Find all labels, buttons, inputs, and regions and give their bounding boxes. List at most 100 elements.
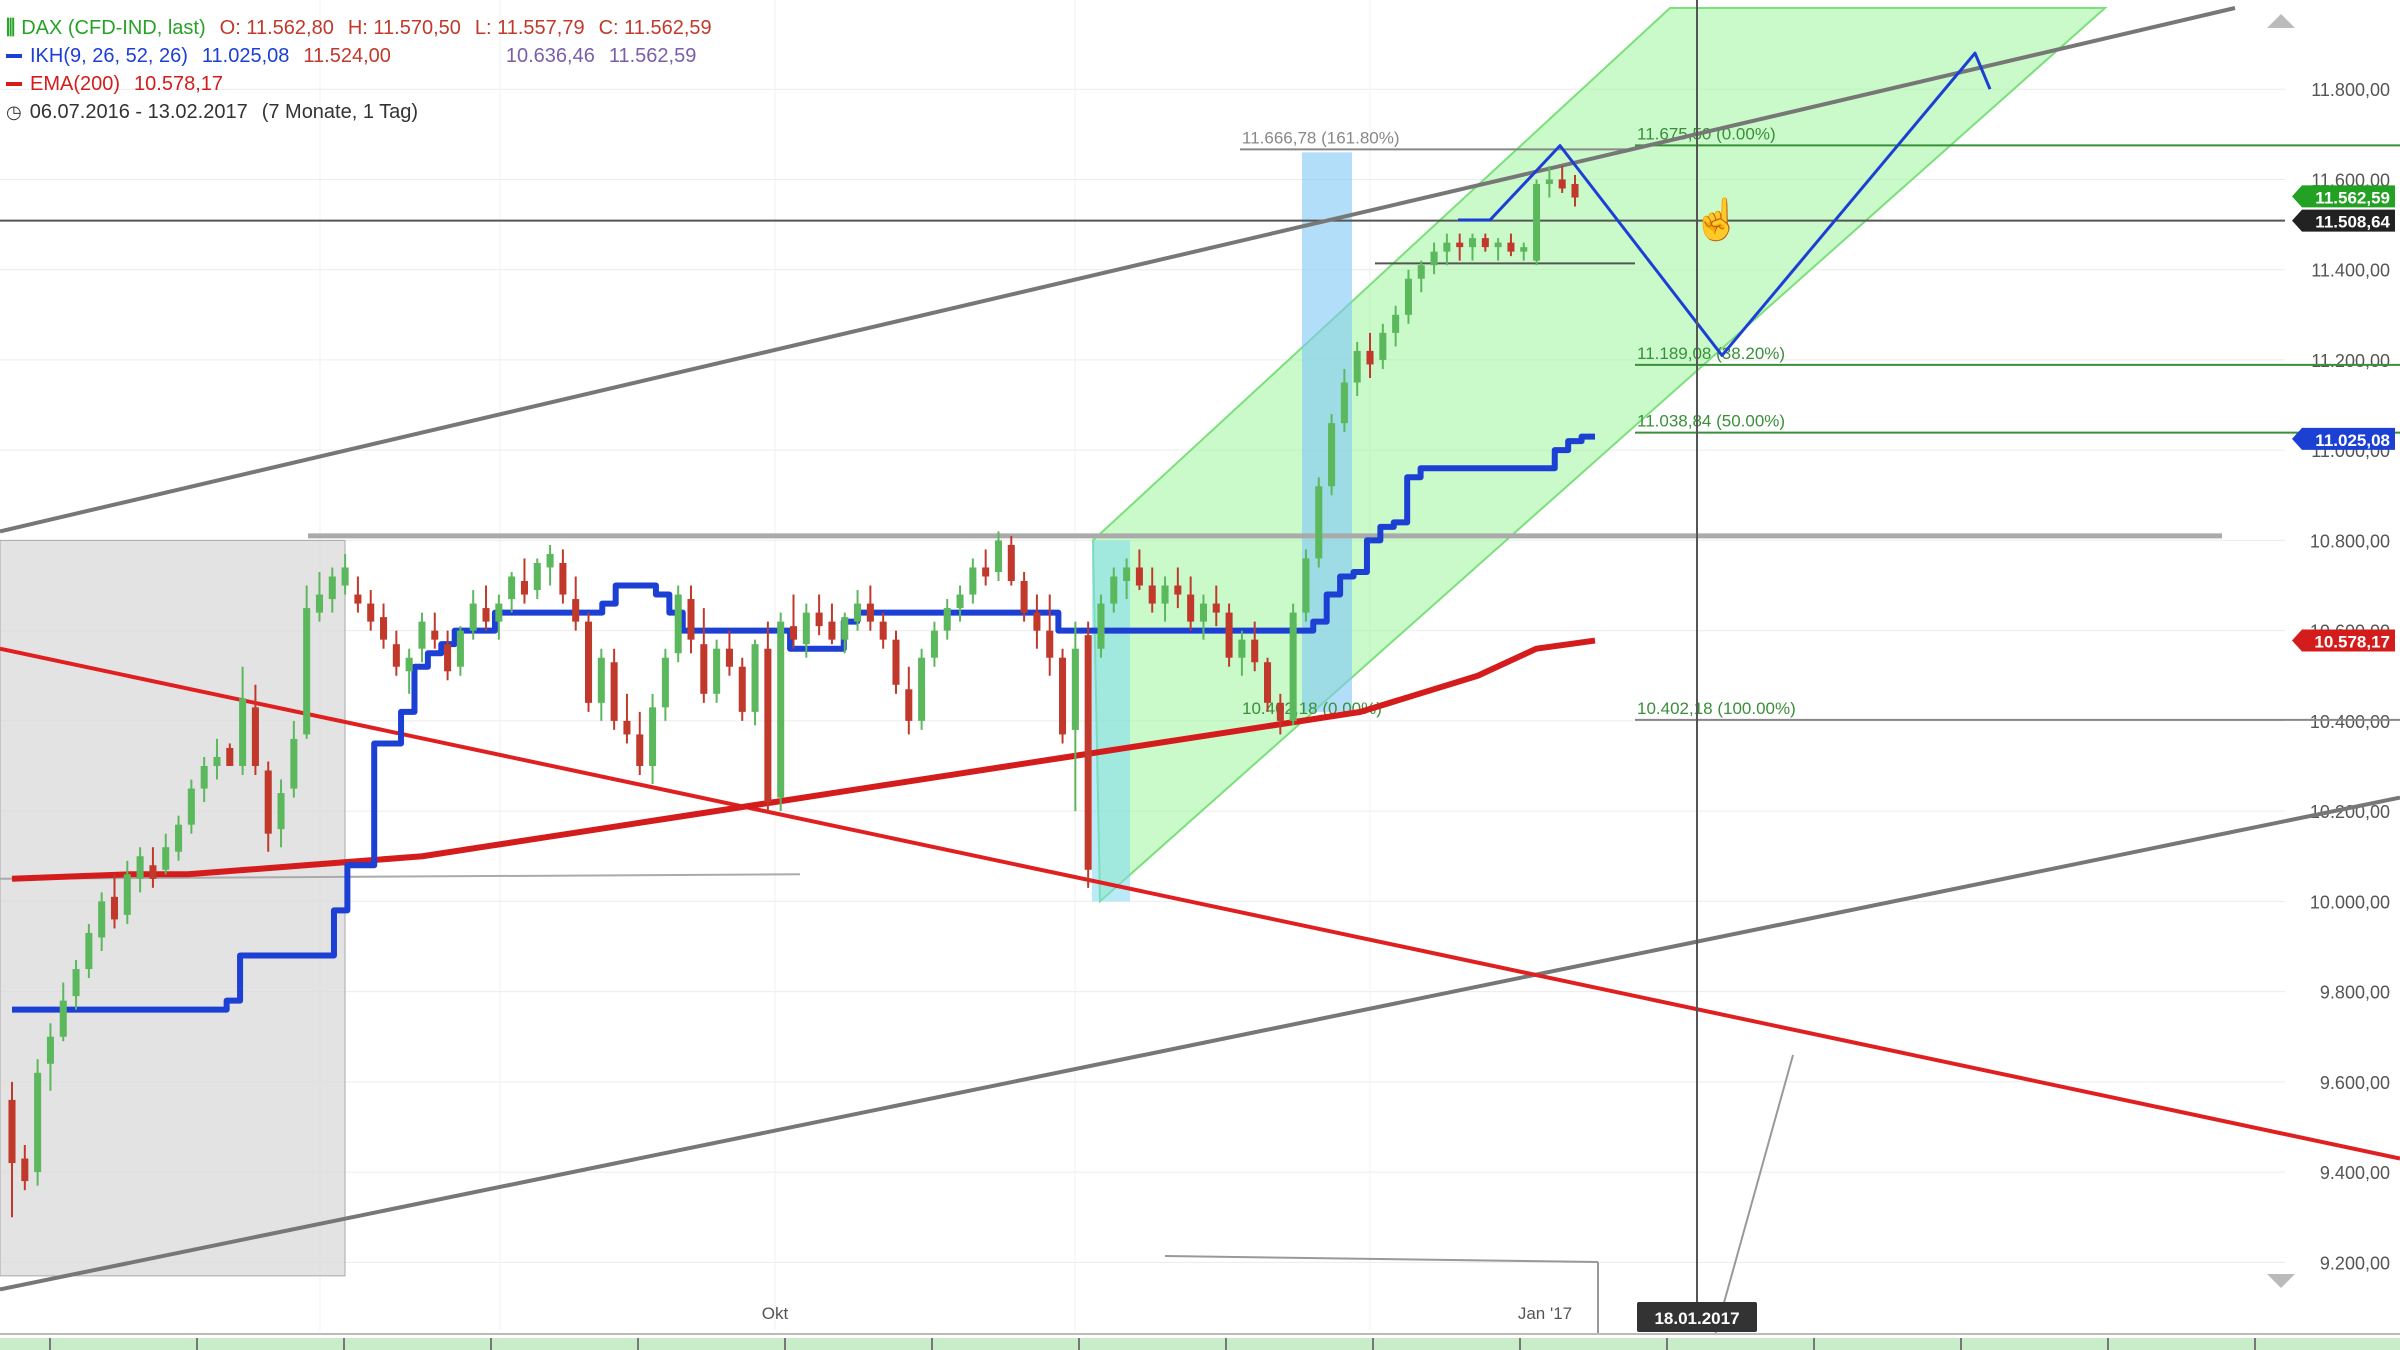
candle-body: [994, 540, 1003, 572]
candle-body: [1212, 603, 1220, 613]
candle: [520, 558, 528, 604]
candle: [418, 612, 426, 663]
candle-body: [674, 594, 682, 654]
candle-body: [1276, 702, 1284, 721]
candle-body: [1187, 594, 1195, 622]
candle: [777, 612, 785, 812]
lower-trend-line: [0, 795, 2400, 1292]
fib-level-label: 11.189,08 (38.20%): [1637, 344, 1785, 363]
candle-body: [1520, 247, 1528, 252]
price-badge: 10.578,17: [2292, 629, 2395, 652]
legend-ikh-v2: 11.524,00: [303, 45, 391, 67]
candle-body: [1315, 486, 1323, 559]
candle-body: [136, 856, 144, 879]
candle-body: [1468, 238, 1477, 248]
candle-body: [725, 648, 733, 667]
candle-body: [1417, 265, 1425, 279]
candle: [482, 585, 490, 631]
candle: [661, 648, 669, 721]
candle: [431, 612, 439, 649]
candle-body: [85, 932, 93, 970]
price-badge: 11.562,59: [2292, 185, 2395, 208]
price-chart[interactable]: 11.800,0011.600,0011.400,0011.200,0011.0…: [0, 0, 2400, 1350]
candle-body: [584, 621, 593, 703]
candle-body: [661, 657, 669, 708]
candle-body: [98, 901, 106, 938]
legend-ikh-v4: 11.562,59: [608, 45, 697, 67]
candle-body: [879, 621, 887, 640]
candle-body: [1533, 183, 1541, 261]
candle-body: [303, 608, 311, 735]
legend-ikh-label: IKH(9, 26, 52, 26): [30, 45, 188, 67]
candle: [943, 599, 951, 640]
candle: [751, 639, 759, 726]
candle-body: [431, 630, 439, 640]
ema-swatch: [6, 82, 22, 86]
candle: [533, 558, 541, 600]
candle: [828, 603, 836, 645]
chart-legend: ⫼ DAX (CFD-IND, last) O: 11.562,80 H: 11…: [6, 14, 712, 126]
candle: [1302, 549, 1310, 622]
crosshair-date-label: 18.01.2017: [1654, 1309, 1739, 1328]
candle-body: [841, 617, 849, 640]
candle-body: [1443, 242, 1451, 252]
candle-body: [21, 1158, 29, 1182]
candle: [367, 590, 375, 631]
candle-body: [713, 648, 721, 694]
x-tick-label: Jan '17: [1518, 1304, 1572, 1323]
candle-body: [930, 630, 938, 658]
candle-body: [162, 847, 170, 870]
candle-body: [392, 644, 400, 667]
candle: [1533, 179, 1541, 266]
candle-body: [969, 567, 977, 595]
candle-body: [649, 707, 657, 767]
candle-body: [1507, 242, 1515, 252]
scroll-up-arrow-icon[interactable]: [2267, 14, 2295, 28]
candle-body: [905, 689, 913, 721]
fib-level-label: 10.402,18 (0.00%): [1242, 699, 1382, 718]
candle-body: [828, 621, 836, 640]
candle-body: [546, 553, 554, 568]
candle-body: [8, 1099, 16, 1164]
candle-body: [200, 766, 208, 789]
legend-period-range: 06.07.2016 - 13.02.2017: [29, 101, 248, 123]
candle: [738, 657, 746, 721]
candle: [1046, 594, 1054, 676]
legend-dax-close: C: 11.562,59: [598, 17, 712, 39]
candle-body: [1494, 242, 1502, 248]
candle: [1315, 477, 1323, 568]
candle-body: [367, 603, 375, 622]
candle-body: [1097, 603, 1105, 649]
candle: [1097, 594, 1105, 658]
candle-body: [854, 603, 862, 622]
candle-body: [59, 1000, 67, 1037]
candle-body: [533, 562, 541, 591]
candle-body: [738, 666, 746, 712]
legend-period-span: (7 Monate, 1 Tag): [261, 101, 419, 123]
candle-icon: ⫼: [6, 17, 16, 39]
candle: [1033, 594, 1041, 649]
candle: [725, 630, 733, 676]
candle-body: [149, 865, 157, 879]
scroll-down-arrow-icon[interactable]: [2267, 1274, 2295, 1288]
price-badge-label: 10.578,17: [2314, 632, 2390, 651]
candle-body: [46, 1036, 54, 1064]
candle-body: [1174, 585, 1182, 595]
candle: [508, 571, 516, 613]
candle-body: [110, 896, 119, 920]
legend-dax-high: H: 11.570,50: [347, 17, 461, 39]
timeline-strip: [0, 1338, 2400, 1350]
candle-body: [802, 612, 810, 645]
candle: [1007, 535, 1015, 586]
candle-body: [34, 1072, 42, 1173]
candle-body: [1007, 544, 1015, 582]
candle-body: [1404, 278, 1412, 315]
price-badge-label: 11.025,08: [2315, 431, 2390, 450]
candle-body: [789, 626, 798, 640]
candle: [380, 603, 388, 649]
legend-ikh: IKH(9, 26, 52, 26) 11.025,08 11.524,00 1…: [6, 42, 712, 70]
candle: [610, 648, 618, 730]
drawing-line: [1164, 1255, 1599, 1263]
candle-body: [777, 621, 785, 798]
candle-body: [1392, 314, 1400, 333]
